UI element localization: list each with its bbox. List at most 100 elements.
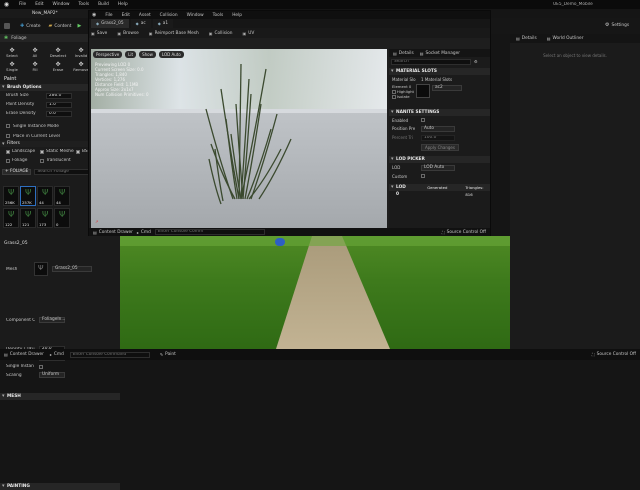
create-button[interactable]: ✚ Create bbox=[20, 23, 40, 29]
details-search-input[interactable]: Search bbox=[391, 58, 471, 65]
foliage-type-thumbnail[interactable]: Ψ 257K bbox=[20, 186, 36, 206]
place-current-checkbox[interactable] bbox=[6, 134, 10, 138]
mesh-source-control-button[interactable]: ⛶ Source Control Off bbox=[442, 230, 486, 235]
asset-tab[interactable]: ◆ a1 bbox=[152, 19, 174, 28]
foliage-type-thumbnail[interactable]: Ψ 173 bbox=[37, 208, 53, 228]
viewport-show-button[interactable]: Show bbox=[139, 51, 156, 58]
mesh-thumbnail[interactable]: Ψ bbox=[34, 262, 48, 276]
percent-triangles-field[interactable]: 100.0 bbox=[421, 134, 455, 141]
custom-checkbox[interactable] bbox=[421, 174, 425, 178]
filter-landscape-checkbox[interactable] bbox=[6, 149, 10, 154]
scaling-row: Scaling Uniform bbox=[6, 372, 65, 378]
content-drawer-button[interactable]: ▤ Content Drawer bbox=[4, 352, 44, 357]
mesh-details-tab[interactable]: ▤ Details bbox=[393, 51, 414, 56]
save-button[interactable]: ▣ Save bbox=[91, 31, 107, 36]
viewport-lit-button[interactable]: Lit bbox=[125, 51, 137, 58]
menu-build[interactable]: Build bbox=[98, 2, 109, 7]
browse-button[interactable]: ▣ Browse bbox=[117, 31, 138, 36]
world-outliner-tab[interactable]: ▤ World Outliner bbox=[547, 36, 584, 41]
material-dropdown[interactable]: ac2 bbox=[432, 85, 462, 91]
single-instance-checkbox[interactable] bbox=[6, 124, 10, 128]
mesh-editor-toolbar: ▣ Save ▣ Browse ▣ Reimport Base Mesh ▣ Collisio… bbox=[89, 28, 490, 38]
component-row: Component C FoliageIn... bbox=[6, 317, 66, 323]
tool-fill-button[interactable]: ✥ Fill bbox=[26, 61, 44, 72]
apply-changes-button[interactable]: Apply Changes bbox=[421, 144, 459, 151]
foliage-type-thumbnail[interactable]: Ψ 122 bbox=[3, 208, 19, 228]
play-button[interactable]: ▶ bbox=[77, 23, 81, 29]
lod0-header[interactable]: LOD 0 Generated Triangles: 816 bbox=[389, 184, 490, 197]
position-precision-dropdown[interactable]: Auto bbox=[421, 125, 455, 132]
mesh-cmd-button[interactable]: ▸ Cmd bbox=[137, 230, 151, 235]
tool-select-button[interactable]: ✥ Select bbox=[3, 47, 21, 58]
socket-manager-tab[interactable]: ▤ Socket Manager bbox=[420, 51, 460, 56]
erase-density-field[interactable]: 0.0 bbox=[46, 110, 72, 117]
save-all-button[interactable] bbox=[4, 23, 10, 29]
filter-foliage-checkbox[interactable] bbox=[6, 158, 10, 163]
uv-button[interactable]: ▣ UV bbox=[242, 31, 254, 36]
details-tab[interactable]: ▤ Details bbox=[516, 36, 537, 41]
collision-button[interactable]: ▣ Collision bbox=[209, 31, 233, 36]
content-button[interactable]: ▰ Content bbox=[48, 23, 71, 29]
mesh-menu-window[interactable]: Window bbox=[187, 13, 204, 18]
unreal-logo-icon: ◉ bbox=[3, 1, 10, 8]
cmd-button[interactable]: ▸ Cmd bbox=[50, 352, 64, 357]
foliage-type-thumbnail[interactable]: Ψ 256K bbox=[3, 186, 19, 206]
mesh-viewport[interactable]: Perspective Lit Show LOD Auto Previewing LO… bbox=[91, 49, 387, 233]
viewport-perspective-button[interactable]: Perspective bbox=[93, 51, 123, 58]
mesh-menu-tools[interactable]: Tools bbox=[213, 13, 224, 18]
mesh-console-input[interactable]: Enter Console Comm bbox=[154, 229, 265, 235]
menu-file[interactable]: File bbox=[19, 2, 26, 7]
filter-static-meshes-checkbox[interactable] bbox=[40, 149, 44, 154]
foliage-type-thumbnail[interactable]: Ψ0 bbox=[54, 208, 70, 228]
menu-tools[interactable]: Tools bbox=[78, 2, 89, 7]
isolate-checkbox[interactable] bbox=[392, 94, 396, 99]
add-foliage-button[interactable]: + FOLIAGE bbox=[2, 169, 32, 175]
foliage-type-thumbnail[interactable]: Ψ 121 bbox=[20, 208, 36, 228]
asset-tab[interactable]: ◆ Grass2_05 bbox=[91, 19, 129, 28]
mesh-menu-asset[interactable]: Asset bbox=[139, 13, 151, 18]
material-slots-header[interactable]: MATERIAL SLOTS bbox=[389, 68, 490, 75]
single-instance-mode-checkbox[interactable] bbox=[39, 364, 43, 369]
foliage-type-thumbnail[interactable]: Ψ 44 bbox=[37, 186, 53, 206]
tool-erase-button[interactable]: ✥ Erase bbox=[49, 61, 67, 72]
blue-character[interactable] bbox=[275, 238, 285, 246]
filter-translucent-checkbox[interactable] bbox=[40, 158, 44, 163]
gear-settings-icon[interactable]: ⚙ bbox=[474, 59, 478, 64]
lod-picker-header[interactable]: LOD PICKER bbox=[389, 156, 490, 163]
mesh-menu-file[interactable]: File bbox=[105, 13, 112, 18]
level-viewport[interactable] bbox=[120, 236, 510, 349]
brush-size-field[interactable]: 286.0 bbox=[46, 92, 72, 99]
mesh-menu-help[interactable]: Help bbox=[232, 13, 242, 18]
highlight-checkbox[interactable] bbox=[392, 89, 396, 94]
menu-edit[interactable]: Edit bbox=[35, 2, 43, 7]
lod-dropdown[interactable]: LOD Auto bbox=[421, 164, 455, 171]
material-thumbnail[interactable] bbox=[416, 84, 430, 98]
menu-window[interactable]: Window bbox=[53, 2, 70, 7]
settings-button[interactable]: ⚙ Settings bbox=[605, 22, 629, 28]
tool-single-button[interactable]: ✥ Single bbox=[3, 61, 21, 72]
paint-density-field[interactable]: 1.0 bbox=[46, 101, 72, 108]
foliage-type-thumbnail[interactable]: Ψ 44 bbox=[54, 186, 70, 206]
nanite-header[interactable]: NANITE SETTINGS bbox=[389, 109, 490, 116]
reimport-base-mesh-button[interactable]: ▣ Reimport Base Mesh bbox=[149, 31, 199, 36]
gear-icon: ⚙ bbox=[605, 22, 610, 28]
painting-section-header[interactable]: PAINTING bbox=[0, 483, 120, 490]
nanite-enabled-checkbox[interactable] bbox=[421, 118, 425, 122]
filter-bsp-checkbox[interactable] bbox=[76, 149, 80, 154]
mesh-section-header[interactable]: MESH bbox=[0, 393, 120, 400]
mesh-content-drawer-button[interactable]: ▤ Content Drawer bbox=[93, 230, 133, 235]
mesh-menu-collision[interactable]: Collision bbox=[160, 13, 178, 18]
asset-tab[interactable]: ◆ ac bbox=[130, 19, 151, 28]
viewport-lod-auto-button[interactable]: LOD Auto bbox=[158, 51, 184, 58]
mesh-menu-edit[interactable]: Edit bbox=[122, 13, 130, 18]
mesh-dropdown[interactable]: Grass2_05 bbox=[52, 266, 92, 272]
tool-deselect-button[interactable]: ✥ Deselect bbox=[49, 47, 67, 58]
tool-all-button[interactable]: ✥ All bbox=[26, 47, 44, 58]
console-input[interactable]: Enter Console Command bbox=[69, 351, 150, 358]
menu-help[interactable]: Help bbox=[118, 2, 128, 7]
source-control-button[interactable]: ⛶ Source Control Off bbox=[592, 352, 636, 357]
collision-icon: ▣ bbox=[208, 30, 213, 36]
scaling-dropdown[interactable]: Uniform bbox=[39, 372, 65, 378]
component-dropdown[interactable]: FoliageIn... bbox=[39, 317, 65, 323]
map-tab[interactable]: New_MAP2* bbox=[0, 9, 90, 18]
